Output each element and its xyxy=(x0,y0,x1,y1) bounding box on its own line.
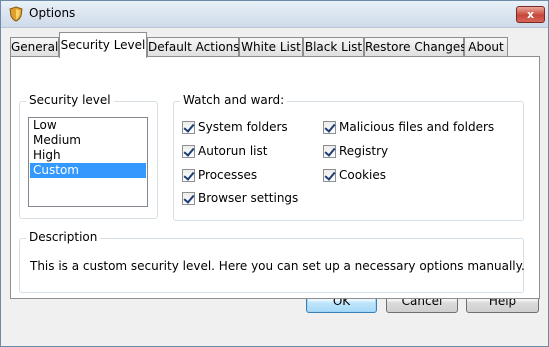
system-folders-label: System folders xyxy=(198,120,288,134)
options-window: Options x General Security Level Default… xyxy=(0,0,549,347)
security-level-group-title: Security level xyxy=(26,93,114,107)
checkbox-checked-icon xyxy=(182,169,195,182)
browser-settings-label: Browser settings xyxy=(198,191,299,205)
tab-general[interactable]: General xyxy=(10,37,59,57)
description-group: Description This is a custom security le… xyxy=(19,230,525,293)
security-level-panel: Security level Low Medium High Custom Wa… xyxy=(10,56,540,299)
cookies-label: Cookies xyxy=(339,168,386,182)
description-text: This is a custom security level. Here yo… xyxy=(30,259,525,273)
list-item-low[interactable]: Low xyxy=(30,118,146,133)
processes-label: Processes xyxy=(198,168,258,182)
security-level-list[interactable]: Low Medium High Custom xyxy=(28,117,148,207)
checkbox-checked-icon xyxy=(323,145,336,158)
checkbox-checked-icon xyxy=(323,121,336,134)
registry-label: Registry xyxy=(339,144,389,158)
close-button[interactable]: x xyxy=(516,6,545,23)
list-item-custom[interactable]: Custom xyxy=(30,163,146,178)
checkbox-checked-icon xyxy=(182,192,195,205)
checkbox-checked-icon xyxy=(182,121,195,134)
tab-white-list[interactable]: White List xyxy=(239,37,303,57)
tab-black-list[interactable]: Black List xyxy=(303,37,364,57)
list-item-medium[interactable]: Medium xyxy=(30,133,146,148)
tab-restore-changes[interactable]: Restore Changes xyxy=(364,37,467,57)
dialog-body: General Security Level Default Actions W… xyxy=(1,28,548,346)
window-title: Options xyxy=(29,6,76,20)
checkbox-checked-icon xyxy=(323,169,336,182)
shield-app-icon xyxy=(9,6,23,22)
malicious-files-label: Malicious files and folders xyxy=(339,120,495,134)
watch-and-ward-group-title: Watch and ward: xyxy=(180,93,288,107)
tab-about[interactable]: About xyxy=(464,37,508,57)
description-group-title: Description xyxy=(26,230,101,244)
autorun-list-label: Autorun list xyxy=(198,144,268,158)
tab-security-level[interactable]: Security Level xyxy=(59,32,147,58)
title-bar[interactable]: Options x xyxy=(1,1,548,28)
list-item-high[interactable]: High xyxy=(30,148,146,163)
tab-default-actions[interactable]: Default Actions xyxy=(147,37,240,57)
checkbox-checked-icon xyxy=(182,145,195,158)
